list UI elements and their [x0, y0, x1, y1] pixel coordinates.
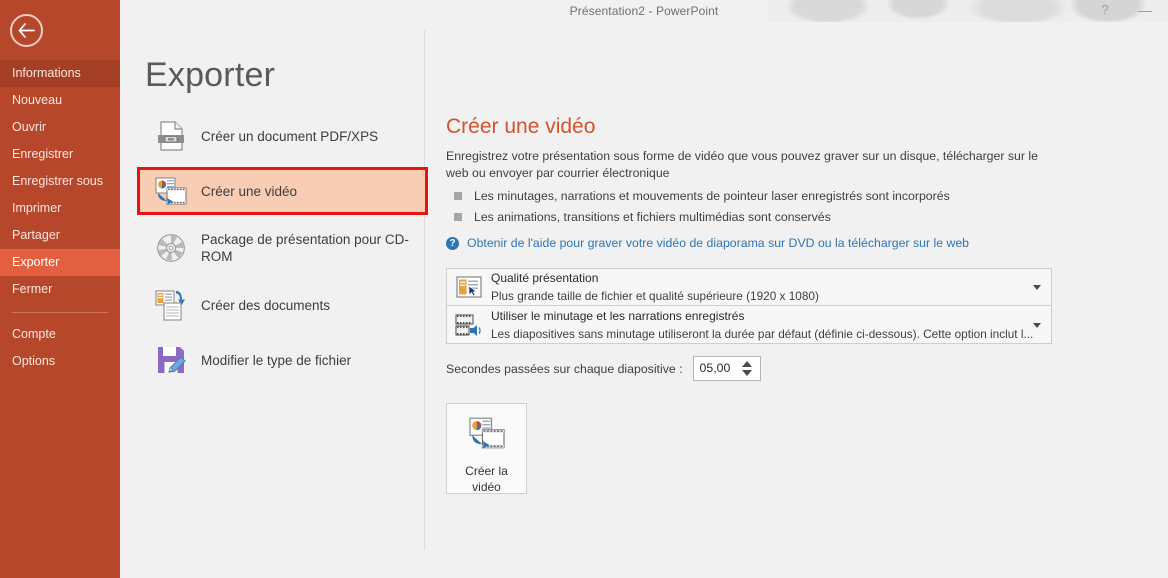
export-option-create-handouts[interactable]: Créer des documents [145, 284, 425, 326]
back-arrow-glyph [18, 23, 35, 38]
cd-rom-icon [151, 233, 191, 263]
sidebar-item-imprimer[interactable]: Imprimer [0, 195, 120, 222]
change-file-type-icon [151, 345, 191, 375]
presentation-quality-icon [447, 276, 491, 298]
sidebar-item-enregistrer-sous[interactable]: Enregistrer sous [0, 168, 120, 195]
sidebar-item-ouvrir[interactable]: Ouvrir [0, 114, 120, 141]
seconds-value[interactable]: 05,00 [700, 357, 731, 380]
list-item: Les minutages, narrations et mouvements … [454, 188, 1056, 204]
detail-bullet-list: Les minutages, narrations et mouvements … [446, 188, 1056, 225]
export-option-label: Modifier le type de fichier [201, 352, 352, 368]
sidebar-item-nouveau[interactable]: Nouveau [0, 87, 120, 114]
title-bar: Présentation2 - PowerPoint ? — [120, 0, 1168, 22]
export-option-label: Créer un document PDF/XPS [201, 128, 379, 144]
sidebar-item-compte[interactable]: Compte [0, 321, 120, 348]
quality-dropdown-text: Qualité présentation Plus grande taille … [491, 269, 1051, 305]
export-option-change-file-type[interactable]: Modifier le type de fichier [145, 339, 425, 381]
chevron-down-icon[interactable] [1033, 322, 1041, 328]
timings-dropdown[interactable]: Utiliser le minutage et les narrations e… [446, 306, 1052, 344]
sidebar-item-partager[interactable]: Partager [0, 222, 120, 249]
help-link-label: Obtenir de l'aide pour graver votre vidé… [467, 236, 970, 250]
timings-title: Utiliser le minutage et les narrations e… [491, 308, 745, 323]
create-video-icon [468, 416, 506, 455]
help-icon[interactable]: ? [1088, 0, 1122, 22]
minimize-icon[interactable]: — [1128, 0, 1162, 22]
powerpoint-backstage-export-screen: Présentation2 - PowerPoint ? — Informati… [0, 0, 1168, 578]
bullet-square-icon [454, 213, 462, 221]
bullet-square-icon [454, 192, 462, 200]
export-option-label: Créer une vidéo [201, 183, 298, 199]
sidebar-item-exporter[interactable]: Exporter [0, 249, 120, 276]
export-option-pdf-xps[interactable]: Créer un document PDF/XPS [145, 115, 425, 157]
detail-description: Enregistrez votre présentation sous form… [446, 149, 1038, 180]
sidebar-item-fermer[interactable]: Fermer [0, 276, 120, 303]
backstage-sidebar: Informations Nouveau Ouvrir Enregistrer … [0, 0, 120, 578]
export-option-label: Créer des documents [201, 297, 331, 313]
sidebar-item-options[interactable]: Options [0, 348, 120, 375]
export-option-package-cd[interactable]: Package de présentation pour CD-ROM [145, 225, 425, 271]
timings-dropdown-text: Utiliser le minutage et les narrations e… [491, 307, 1051, 343]
bullet-label: Les animations, transitions et fichiers … [474, 210, 831, 224]
create-video-button-line2: vidéo [472, 480, 501, 494]
back-arrow-icon[interactable] [10, 14, 43, 47]
question-mark-icon: ? [446, 236, 459, 250]
help-link[interactable]: ? Obtenir de l'aide pour graver votre vi… [446, 236, 1056, 250]
sidebar-item-informations[interactable]: Informations [0, 60, 120, 87]
pdf-document-icon [151, 121, 191, 151]
create-video-button[interactable]: Créer la vidéo [446, 403, 527, 494]
quality-dropdown[interactable]: Qualité présentation Plus grande taille … [446, 268, 1052, 306]
quality-title: Qualité présentation [491, 271, 599, 285]
create-video-button-line1: Créer la [465, 464, 508, 478]
list-item: Les animations, transitions et fichiers … [454, 209, 1056, 225]
export-option-create-video[interactable]: Créer une vidéo [137, 167, 428, 215]
video-settings-group: Qualité présentation Plus grande taille … [446, 268, 1052, 344]
export-options-list: Créer un document PDF/XPS Créer une vidé… [137, 115, 428, 394]
timings-subtitle: Les diapositives sans minutage utilisero… [491, 326, 1034, 341]
stepper-down-icon[interactable] [741, 370, 752, 376]
create-video-icon [151, 176, 191, 206]
sidebar-item-enregistrer[interactable]: Enregistrer [0, 141, 120, 168]
backstage-nav-list: Informations Nouveau Ouvrir Enregistrer … [0, 60, 120, 375]
window-title: Présentation2 - PowerPoint [569, 4, 719, 18]
seconds-per-slide-row: Secondes passées sur chaque diapositive … [446, 356, 1056, 381]
seconds-per-slide-label: Secondes passées sur chaque diapositive … [446, 361, 683, 376]
detail-panel: Créer une vidéo Enregistrez votre présen… [446, 115, 1056, 494]
seconds-stepper[interactable]: 05,00 [692, 356, 761, 381]
sidebar-divider [12, 312, 108, 313]
export-option-label: Package de présentation pour CD-ROM [201, 232, 409, 264]
chevron-down-icon[interactable] [1033, 285, 1041, 290]
detail-heading: Créer une vidéo [446, 115, 596, 138]
bullet-label: Les minutages, narrations et mouvements … [474, 189, 950, 203]
create-handouts-icon [151, 289, 191, 321]
film-audio-icon [447, 313, 491, 337]
quality-subtitle: Plus grande taille de fichier et qualité… [491, 289, 819, 303]
stepper-up-icon[interactable] [741, 361, 752, 367]
page-title: Exporter [145, 56, 276, 94]
create-video-button-label: Créer la vidéo [465, 463, 508, 495]
